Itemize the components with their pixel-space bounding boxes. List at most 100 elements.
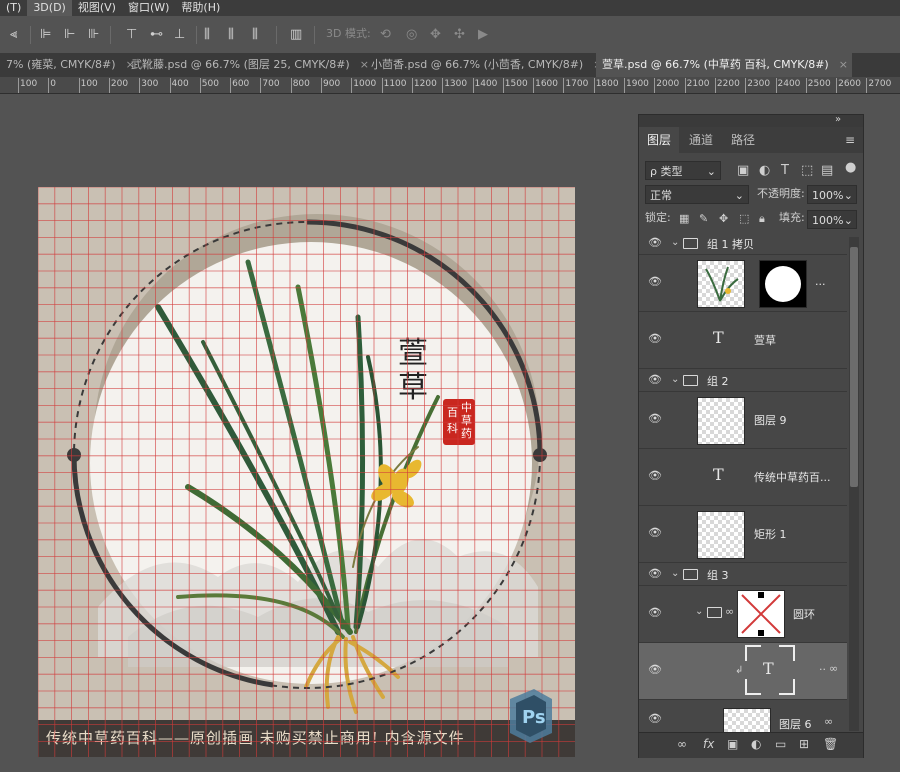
add-mask-icon[interactable]: ▣ (727, 737, 738, 751)
horizontal-ruler[interactable]: 100 0 100 200 300 400 500 600 700 800 900 1000 1100 1… (0, 77, 900, 94)
align-right-icon[interactable]: ⊪ (88, 28, 99, 42)
eye-icon[interactable]: 👁︎ (648, 712, 662, 725)
menu-item-help[interactable]: 帮助(H) (175, 0, 226, 16)
distribute-right-icon[interactable]: ⫼ (252, 28, 258, 42)
layer-row[interactable]: 👁︎ T 萱草 (639, 312, 847, 369)
filter-type-select[interactable]: ρ 类型 ⌄ (645, 161, 721, 180)
layer-row[interactable]: 👁︎ ⌄ 组 3 (639, 563, 847, 586)
3d-scale-icon[interactable]: ▶ (478, 28, 488, 42)
menu-item-view[interactable]: 视图(V) (72, 0, 122, 16)
filter-image-icon[interactable]: ▣ (737, 164, 749, 178)
layers-scrollbar[interactable] (849, 237, 859, 731)
ruler-label: 300 (141, 79, 159, 89)
menu-bar: (T) 3D(D) 视图(V) 窗口(W) 帮助(H) (0, 0, 900, 16)
document-canvas[interactable]: 萱草 中 草 药 百 科 传统中草药百科——原创插画 未购买禁止商用! 内含源文… (38, 187, 575, 757)
layer-row[interactable]: 👁︎ T 传统中草药百... (639, 449, 847, 506)
tab-layers[interactable]: 图层 (639, 127, 680, 153)
folder-icon (683, 238, 698, 249)
filter-smart-object-icon[interactable]: ▤ (821, 164, 833, 178)
eye-icon[interactable]: 👁︎ (648, 412, 662, 425)
link-icon[interactable]: ∞ (829, 662, 838, 676)
align-left-icon[interactable]: ⊫ (40, 28, 51, 42)
chevron-down-icon[interactable]: ⌄ (671, 237, 679, 248)
layer-row[interactable]: 👁︎ ⌄ ∞ 圆环 (639, 586, 847, 643)
eye-icon[interactable]: 👁︎ (648, 526, 662, 539)
lock-transparent-icon[interactable]: ▦ (679, 212, 689, 226)
ruler-label: 2700 (868, 79, 892, 89)
menu-item-3d[interactable]: 3D(D) (27, 0, 72, 16)
mask-cross-icon (741, 592, 781, 636)
blend-mode-select[interactable]: 正常 ⌄ (645, 185, 749, 204)
link-icon[interactable]: ∞ (725, 605, 734, 619)
adjustment-layer-icon[interactable]: ◐ (751, 737, 761, 751)
filter-shape-icon[interactable]: ⬚ (801, 164, 813, 178)
chevron-down-icon[interactable]: ⌄ (695, 606, 703, 617)
align-vertical-center-icon[interactable]: ⊷ (150, 28, 163, 42)
distribute-left-icon[interactable]: ⫼ (204, 28, 210, 42)
menu-item-window[interactable]: 窗口(W) (122, 0, 175, 16)
opacity-input[interactable]: 100% ⌄ (807, 185, 857, 204)
ruler-label: 2400 (777, 79, 801, 89)
link-icon[interactable]: ∞ (824, 715, 833, 729)
filter-adjustment-icon[interactable]: ◐ (759, 164, 770, 178)
3d-pan-icon[interactable]: ✥ (430, 28, 441, 42)
layer-row[interactable]: 👁︎ 图层 9 (639, 392, 847, 449)
lock-all-icon[interactable]: 🔒︎ (759, 212, 765, 226)
tab-channels[interactable]: 通道 (681, 127, 721, 153)
layer-row[interactable]: 👁︎ ⌄ 组 1 拷贝 (639, 232, 847, 255)
eye-icon[interactable]: 👁︎ (648, 567, 662, 580)
options-bar: ⫷ ⊫ ⊩ ⊪ ⊤ ⊷ ⊥ ⫼ ⫼ ⫼ ▥ 3D 模式: ⟲ ◎ ✥ ✣ ▶ (0, 16, 900, 54)
tab-yongcai[interactable]: 7% (雍菜, CMYK/8#) × (0, 53, 135, 77)
layer-row[interactable]: 👁︎ 矩形 1 (639, 506, 847, 563)
lock-move-icon[interactable]: ✥ (719, 212, 728, 226)
align-top-icon[interactable]: ⊤ (126, 28, 137, 42)
trash-icon[interactable]: 🗑︎ (823, 737, 838, 751)
align-horizontal-center-icon[interactable]: ⊩ (64, 28, 75, 42)
layer-name: ... (815, 275, 826, 288)
filter-toggle-icon[interactable]: ● (845, 161, 856, 175)
align-bottom-icon[interactable]: ⊥ (174, 28, 185, 42)
filter-text-icon[interactable]: T (781, 164, 789, 178)
3d-roll-icon[interactable]: ◎ (406, 28, 417, 42)
scroll-thumb[interactable] (850, 247, 858, 487)
layer-row[interactable]: 👁︎ ⌄ 组 2 (639, 369, 847, 392)
layer-row[interactable]: 👁︎ 图层 6 ∞ (639, 700, 847, 733)
layer-row[interactable]: 👁︎ ... (639, 255, 847, 312)
menu-item-prev[interactable]: (T) (0, 0, 27, 16)
fill-input[interactable]: 100% ⌄ (807, 210, 857, 229)
collapse-icon[interactable]: » (835, 113, 841, 127)
layer-name: 萱草 (754, 334, 776, 347)
3d-rotate-icon[interactable]: ⟲ (380, 28, 391, 42)
close-icon[interactable]: × (839, 58, 848, 71)
eye-icon[interactable]: 👁︎ (648, 606, 662, 619)
new-group-icon[interactable]: ▭ (775, 737, 786, 751)
layer-row-selected[interactable]: 👁︎ ↲ T ·· ∞ (639, 643, 847, 700)
lock-artboard-icon[interactable]: ⬚ (739, 212, 749, 226)
eye-icon[interactable]: 👁︎ (648, 663, 662, 676)
tab-paths[interactable]: 路径 (723, 127, 763, 153)
auto-align-icon[interactable]: ▥ (290, 28, 302, 42)
new-layer-icon[interactable]: ⊞ (799, 737, 809, 751)
eye-icon[interactable]: 👁︎ (648, 469, 662, 482)
ruler-label: 1400 (474, 79, 498, 89)
layer-name: 组 1 拷贝 (707, 238, 754, 251)
3d-slide-icon[interactable]: ✣ (454, 28, 465, 42)
distribute-center-icon[interactable]: ⫼ (228, 28, 234, 42)
link-layers-icon[interactable]: ∞ (677, 737, 687, 751)
chevron-down-icon[interactable]: ⌄ (671, 374, 679, 385)
eye-icon[interactable]: 👁︎ (648, 236, 662, 249)
tab-xiaohuixiang[interactable]: 小茴香.psd @ 66.7% (小茴香, CMYK/8#)× (365, 53, 602, 77)
ruler-tick (654, 78, 656, 93)
eye-icon[interactable]: 👁︎ (648, 373, 662, 386)
fx-icon[interactable]: fx (703, 737, 714, 751)
eye-icon[interactable]: 👁︎ (648, 275, 662, 288)
ruler-tick (745, 78, 747, 93)
align-left-edges-icon[interactable]: ⫷ (10, 28, 17, 42)
eye-icon[interactable]: 👁︎ (648, 332, 662, 345)
panel-menu-icon[interactable]: ≡ (845, 133, 855, 147)
lock-brush-icon[interactable]: ✎ (699, 212, 708, 226)
ruler-tick (502, 78, 504, 93)
tab-xuancao[interactable]: 萱草.psd @ 66.7% (中草药 百科, CMYK/8#) × (596, 53, 852, 77)
chevron-down-icon[interactable]: ⌄ (671, 568, 679, 579)
tab-wuxueteng[interactable]: 武靴藤.psd @ 66.7% (图层 25, CMYK/8#) × (125, 53, 369, 77)
